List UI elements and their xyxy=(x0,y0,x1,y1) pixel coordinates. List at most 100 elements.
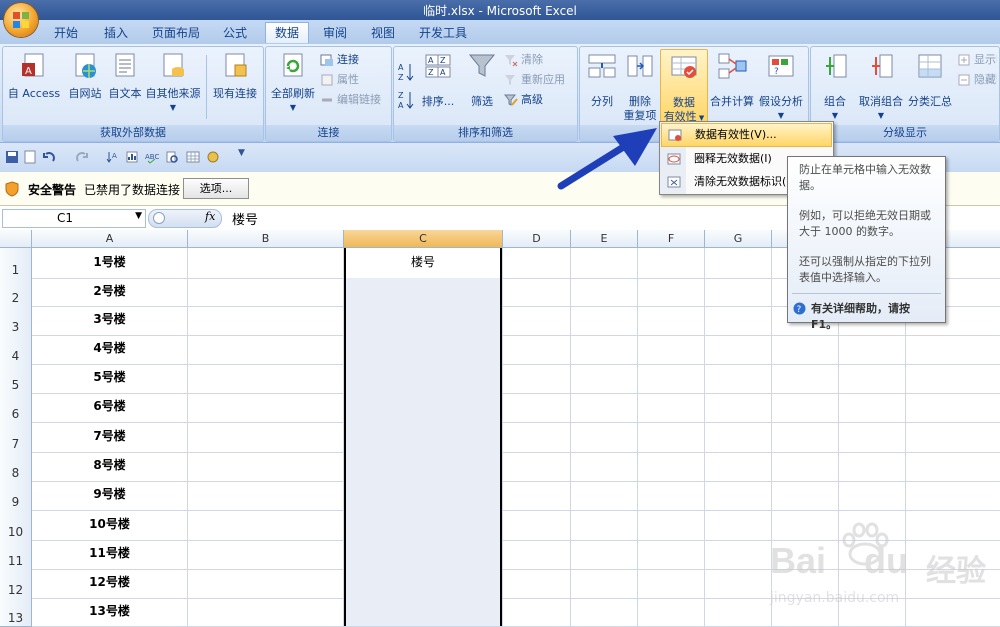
office-button[interactable] xyxy=(4,3,38,37)
row-header[interactable]: 2 xyxy=(0,278,32,307)
undo-icon[interactable] xyxy=(42,150,56,164)
cell[interactable] xyxy=(344,335,503,365)
cell[interactable] xyxy=(839,481,906,511)
cell[interactable] xyxy=(188,278,344,307)
cell[interactable]: 12号楼 xyxy=(32,569,188,599)
column-header-a[interactable]: A xyxy=(32,230,188,248)
cell[interactable]: 1号楼 xyxy=(32,248,188,279)
redo-icon[interactable] xyxy=(75,150,89,164)
cell[interactable] xyxy=(839,364,906,394)
cell[interactable] xyxy=(188,540,344,570)
cell[interactable] xyxy=(503,248,571,279)
cell[interactable] xyxy=(638,510,705,541)
cell[interactable] xyxy=(571,248,638,279)
cell[interactable] xyxy=(188,481,344,511)
cell[interactable] xyxy=(503,569,571,599)
select-all-corner[interactable] xyxy=(0,230,32,248)
column-header-f[interactable]: F xyxy=(638,230,705,248)
cell[interactable] xyxy=(638,335,705,365)
cell[interactable] xyxy=(344,481,503,511)
menu-item-data-validation[interactable]: 数据有效性(V)... xyxy=(661,123,832,147)
row-header[interactable]: 3 xyxy=(0,306,32,336)
chart-icon[interactable] xyxy=(125,150,139,164)
cell[interactable] xyxy=(503,306,571,336)
show-detail-button[interactable]: 显示明 xyxy=(957,51,997,69)
cell[interactable] xyxy=(705,452,772,482)
security-options-button[interactable]: 选项... xyxy=(183,178,249,199)
clear-button[interactable]: 清除 xyxy=(504,51,543,69)
customize-icon[interactable] xyxy=(206,150,220,164)
remove-duplicates-button[interactable]: 删除 重复项 xyxy=(620,51,660,123)
cell[interactable] xyxy=(503,510,571,541)
cell[interactable] xyxy=(571,278,638,307)
cell[interactable] xyxy=(188,364,344,394)
cell[interactable]: 4号楼 xyxy=(32,335,188,365)
cell[interactable] xyxy=(344,393,503,423)
table-icon[interactable] xyxy=(186,150,200,164)
sort-descending-button[interactable]: ZA xyxy=(398,89,416,111)
text-to-columns-button[interactable]: 分列 xyxy=(582,51,622,109)
cell[interactable] xyxy=(188,422,344,453)
cell[interactable] xyxy=(571,364,638,394)
row-header[interactable]: 11 xyxy=(0,540,32,570)
cell[interactable] xyxy=(503,364,571,394)
cell[interactable] xyxy=(571,393,638,423)
cell[interactable] xyxy=(503,422,571,453)
insert-function-icon[interactable]: fx xyxy=(205,210,215,223)
cell[interactable] xyxy=(638,481,705,511)
cell[interactable] xyxy=(571,481,638,511)
cell[interactable] xyxy=(705,481,772,511)
cell[interactable] xyxy=(571,540,638,570)
cell[interactable] xyxy=(638,393,705,423)
cell[interactable] xyxy=(772,335,839,365)
print-preview-icon[interactable] xyxy=(165,150,179,164)
cell[interactable] xyxy=(906,452,1000,482)
group-button[interactable]: 组合 ▼ xyxy=(815,51,855,123)
row-header[interactable]: 4 xyxy=(0,335,32,365)
data-validation-button[interactable]: 数据 有效性 ▼ xyxy=(660,49,708,125)
cell[interactable] xyxy=(344,452,503,482)
cell[interactable] xyxy=(638,248,705,279)
cell[interactable] xyxy=(638,422,705,453)
cell[interactable] xyxy=(839,335,906,365)
cell[interactable] xyxy=(638,569,705,599)
cell[interactable] xyxy=(571,452,638,482)
cell[interactable] xyxy=(503,452,571,482)
spell-check-icon[interactable]: ABC xyxy=(145,150,159,164)
from-other-sources-button[interactable]: 自其他来源 ▼ xyxy=(143,51,203,115)
row-header[interactable]: 10 xyxy=(0,510,32,541)
customize-toolbar-chevron-icon[interactable]: ▼ xyxy=(238,148,245,158)
cell[interactable] xyxy=(503,335,571,365)
cell[interactable] xyxy=(503,278,571,307)
formula-content[interactable]: 楼号 xyxy=(232,209,258,228)
cell[interactable]: 9号楼 xyxy=(32,481,188,511)
cell[interactable]: 10号楼 xyxy=(32,510,188,541)
cell[interactable] xyxy=(772,422,839,453)
tab-data[interactable]: 数据 xyxy=(265,22,309,43)
consolidate-button[interactable]: 合并计算 xyxy=(708,51,756,109)
what-if-analysis-button[interactable]: ? 假设分析 ▼ xyxy=(756,51,806,123)
row-header[interactable]: 6 xyxy=(0,393,32,423)
cell[interactable] xyxy=(503,393,571,423)
cell[interactable] xyxy=(906,422,1000,453)
row-header[interactable]: 7 xyxy=(0,422,32,453)
tab-home[interactable]: 开始 xyxy=(45,23,87,43)
properties-button[interactable]: 属性 xyxy=(320,71,359,89)
cell[interactable] xyxy=(503,481,571,511)
cell[interactable]: 楼号 xyxy=(344,248,503,279)
column-header-d[interactable]: D xyxy=(503,230,571,248)
cell[interactable] xyxy=(571,598,638,627)
tab-view[interactable]: 视图 xyxy=(362,23,404,43)
hide-detail-button[interactable]: 隐藏明 xyxy=(957,71,997,89)
cell[interactable]: 7号楼 xyxy=(32,422,188,453)
cell[interactable] xyxy=(188,306,344,336)
cell[interactable]: 11号楼 xyxy=(32,540,188,570)
cell[interactable] xyxy=(638,540,705,570)
cell[interactable] xyxy=(839,452,906,482)
cell[interactable] xyxy=(571,335,638,365)
cell[interactable] xyxy=(344,540,503,570)
existing-connections-button[interactable]: 现有连接 xyxy=(209,51,261,101)
cell[interactable] xyxy=(571,510,638,541)
cell[interactable]: 13号楼 xyxy=(32,598,188,627)
connections-button[interactable]: 连接 xyxy=(320,51,359,69)
